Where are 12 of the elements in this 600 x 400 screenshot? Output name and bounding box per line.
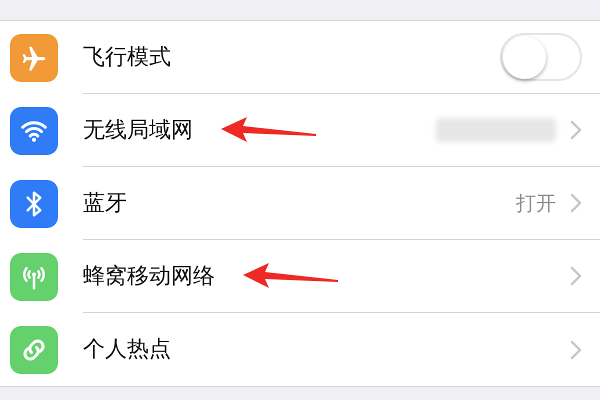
setting-label[interactable]: 蜂窝移动网络 — [83, 260, 215, 292]
chevron-icon — [570, 266, 582, 286]
setting-label[interactable]: 个人热点 — [83, 333, 171, 366]
toggle-switch[interactable] — [500, 33, 582, 81]
chevron-icon — [570, 120, 582, 140]
setting-label[interactable]: 蓝牙 — [83, 186, 127, 220]
setting-label[interactable]: 飞行模式 — [83, 40, 171, 74]
chevron-icon — [570, 193, 582, 213]
chevron-icon — [570, 340, 582, 360]
toggle-knob — [503, 36, 546, 78]
setting-label[interactable]: 无线局域网 — [83, 114, 193, 146]
setting-value: 打开 — [516, 190, 556, 217]
